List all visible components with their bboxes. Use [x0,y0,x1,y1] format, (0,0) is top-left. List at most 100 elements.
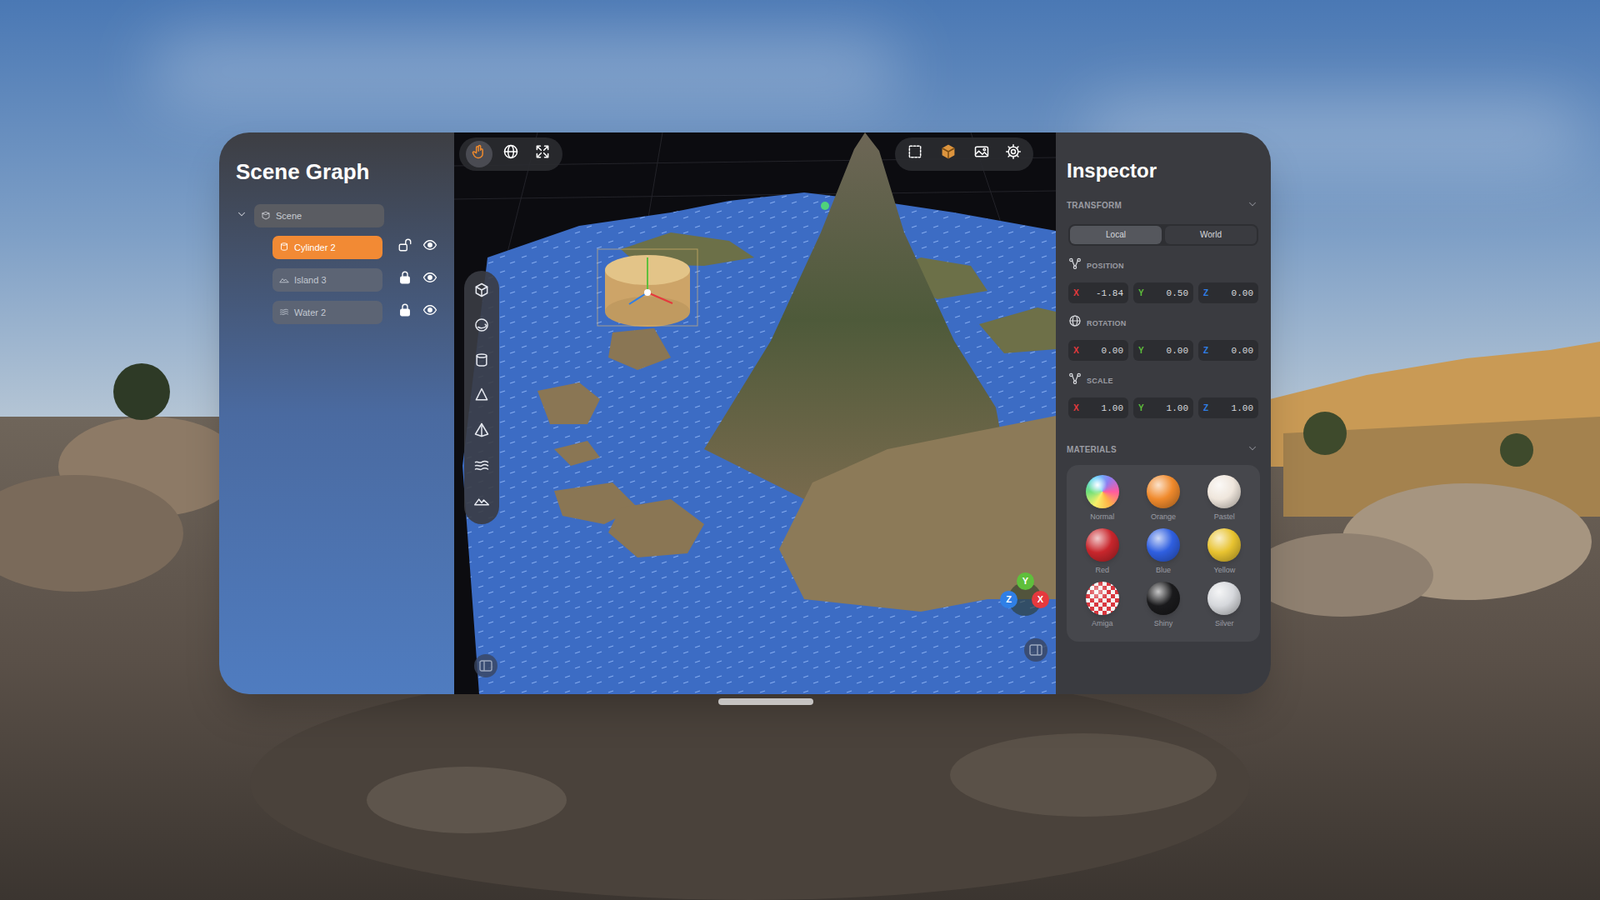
add-object-button[interactable] [468,314,495,341]
gizmo-axis[interactable]: Y [1016,572,1035,590]
visibility-toggle[interactable] [422,270,438,291]
segment[interactable]: Local [1070,225,1162,245]
gizmo-axis[interactable]: X [1031,590,1050,609]
material-swatch[interactable]: Red [1073,528,1131,575]
field-value: 1.00 [1101,402,1124,415]
add-object-button[interactable] [468,419,495,446]
material-sphere [1085,581,1120,615]
tree-item[interactable]: Cylinder 2 [272,235,383,260]
scene-render [454,132,1056,695]
section-header[interactable]: TRANSFORM [1066,195,1260,216]
material-sphere [1085,475,1120,509]
add-object-button[interactable] [468,279,495,306]
lock-toggle[interactable] [397,237,413,259]
axis-label: Z [1203,345,1209,356]
tool-kind [1005,143,1022,166]
tree-item[interactable]: Island 3 [272,268,383,292]
item-kind [279,270,290,290]
viewport[interactable]: YZ X [454,132,1056,695]
scale-axes-icon [1068,371,1082,385]
environment: Scene GraphSceneCylinder 2Island 3Water … [0,0,1600,900]
chevron-down-icon [1246,442,1259,455]
number-field[interactable]: Y1.00 [1133,397,1194,419]
axis-label: Z [1203,288,1209,299]
vector-fields: X0.00Y0.00Z0.00 [1066,340,1260,361]
number-field[interactable]: Y0.00 [1133,340,1194,361]
number-field[interactable]: X1.00 [1068,397,1129,419]
tool-button[interactable] [933,140,964,168]
row-kind [1068,313,1082,334]
field-value: 0.00 [1101,345,1124,357]
cylinder-icon [279,241,290,252]
gizmo-axis[interactable]: Z [1000,590,1018,609]
solid-cube-icon [940,143,957,160]
tool-button[interactable] [465,140,493,168]
add-object-button[interactable] [468,384,495,411]
material-swatch[interactable]: Normal [1073,475,1131,522]
tool-kind [973,143,990,166]
number-field[interactable]: Y0.50 [1133,282,1194,304]
tool-button[interactable] [1000,140,1027,168]
field-value: 0.00 [1231,345,1254,357]
terrain-icon [279,274,290,285]
number-field[interactable]: X-1.84 [1068,282,1129,304]
material-swatch[interactable]: Blue [1134,528,1192,575]
material-swatch[interactable]: Pastel [1195,475,1254,522]
tree-item[interactable]: Scene [254,204,385,228]
panel-title: Inspector [1066,157,1260,185]
axis-label: Z [1005,595,1012,605]
window-grabber[interactable] [718,698,814,705]
lock-toggle[interactable] [397,270,413,291]
visibility-toggle[interactable] [422,237,438,259]
add-object-button[interactable] [468,454,495,481]
tool-button[interactable] [968,140,995,168]
toggle-inspector-button[interactable] [1024,638,1048,662]
tool-kind [534,143,551,166]
number-field[interactable]: X0.00 [1068,340,1129,361]
tree-item[interactable]: Water 2 [272,300,383,325]
material-swatch[interactable]: Amiga [1073,581,1131,629]
segment[interactable]: World [1165,225,1257,245]
material-swatch[interactable]: Orange [1134,475,1192,522]
segmented-control: LocalWorld [1068,224,1259,246]
tool-button[interactable] [901,140,929,168]
number-field[interactable]: Z1.00 [1198,397,1259,419]
tool-kind [473,281,490,305]
material-name: Shiny [1154,618,1174,629]
tool-kind [473,421,490,445]
material-sphere [1085,528,1120,562]
material-sphere [1146,581,1180,615]
image-icon [973,143,990,160]
material-name: Orange [1150,511,1176,522]
section-header[interactable]: MATERIALS [1066,440,1260,460]
add-object-toolbar [464,270,500,525]
disclosure-toggle[interactable] [235,205,248,226]
axis-label: Y [1138,345,1145,356]
axis-label: Y [1022,576,1029,586]
tool-kind [470,143,488,166]
transform-row-header: SCALE [1066,370,1260,391]
number-field[interactable]: Z0.00 [1198,282,1259,304]
eye-icon [422,237,438,253]
terrain-icon [473,491,490,509]
axis-gizmo[interactable]: YZ X [1000,572,1050,623]
toggle-sidebar-button[interactable] [474,654,498,678]
material-swatch[interactable]: Yellow [1195,528,1254,575]
tool-button[interactable] [497,140,525,168]
tree-row: Cylinder 2 [272,235,438,260]
pointer-hand-icon [470,143,488,160]
material-swatch[interactable]: Shiny [1134,581,1192,629]
visibility-toggle[interactable] [422,302,438,324]
mode-toolbar [459,137,563,171]
add-object-button[interactable] [468,489,495,516]
tree-item-label: Scene [275,210,302,222]
add-object-button[interactable] [468,349,495,376]
tree-item-label: Water 2 [294,306,326,319]
lock-toggle[interactable] [397,302,413,324]
tree-row: Water 2 [272,300,438,325]
number-field[interactable]: Z 0.00 [1198,340,1259,361]
cloud [150,33,900,109]
material-swatch[interactable]: Silver [1195,581,1254,629]
material-name: Blue [1155,565,1171,575]
tool-button[interactable] [529,140,556,168]
